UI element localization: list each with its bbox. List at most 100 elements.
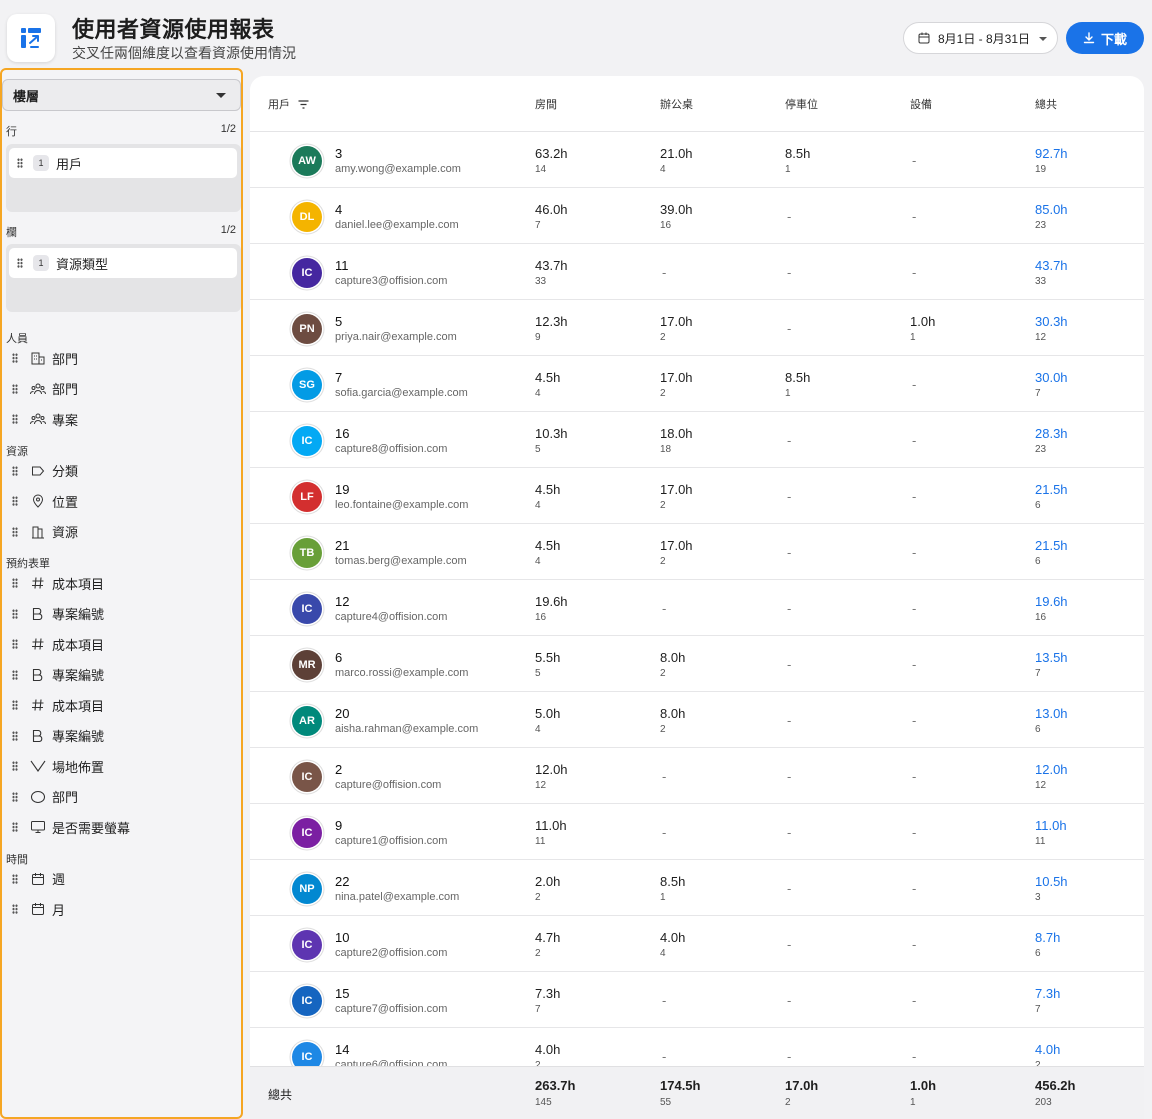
- row-total-hours[interactable]: 11.0h: [1035, 818, 1067, 833]
- drag-handle-icon[interactable]: [12, 669, 18, 680]
- field-item[interactable]: 部門: [12, 786, 78, 808]
- user-email: tomas.berg@example.com: [335, 555, 467, 567]
- row-total-hours[interactable]: 92.7h: [1035, 146, 1068, 161]
- row-total-hours[interactable]: 85.0h: [1035, 202, 1068, 217]
- field-item[interactable]: 專案編號: [12, 603, 104, 625]
- footer-total-hours: 456.2h: [1035, 1078, 1076, 1093]
- drag-handle-icon[interactable]: [12, 761, 18, 771]
- row-total-hours[interactable]: 30.3h: [1035, 314, 1068, 329]
- user-email: capture1@offision.com: [335, 835, 448, 847]
- column-header-user[interactable]: 用戶: [268, 96, 309, 112]
- avatar: IC: [292, 258, 322, 288]
- drag-handle-icon[interactable]: [12, 496, 18, 506]
- table-row[interactable]: DL 4 daniel.lee@example.com 46.0h 7 39.0h 16 - -…: [250, 188, 1144, 244]
- field-item[interactable]: 資源: [12, 521, 78, 543]
- col-dimension-item[interactable]: 1 資源類型: [9, 248, 237, 278]
- drag-handle-icon[interactable]: [12, 578, 18, 588]
- row-total-hours[interactable]: 4.0h: [1035, 1042, 1060, 1057]
- bold-b-icon: [30, 667, 46, 683]
- table-row[interactable]: LF 19 leo.fontaine@example.com 4.5h 4 17.0h 2 -…: [250, 468, 1144, 524]
- avatar: IC: [292, 426, 322, 456]
- drag-handle-icon[interactable]: [12, 873, 18, 884]
- download-button[interactable]: 下載: [1066, 22, 1144, 54]
- drag-handle-icon[interactable]: [12, 700, 18, 710]
- table-row[interactable]: IC 14 capture6@offision.com 4.0h 2- - -4.0h 2: [250, 1028, 1144, 1066]
- row-total-hours[interactable]: 13.0h: [1035, 706, 1068, 721]
- field-item[interactable]: 專案編號: [12, 664, 104, 686]
- field-item-label: 週: [52, 872, 66, 887]
- drag-handle-icon[interactable]: [12, 730, 18, 741]
- column-header-room[interactable]: 房間: [535, 96, 557, 112]
- table-row[interactable]: IC 12 capture4@offision.com 19.6h 16 - - - 19.6h…: [250, 580, 1144, 636]
- column-header-total[interactable]: 總共: [1035, 96, 1057, 112]
- table-row[interactable]: TB 21 tomas.berg@example.com 4.5h 4 17.0h 2 - - 2…: [250, 524, 1144, 580]
- filter-icon[interactable]: [298, 99, 309, 109]
- drag-handle-icon[interactable]: [12, 465, 18, 476]
- table-row[interactable]: IC 2 capture@offision.com 12.0h 12 - - - 12.0h 12: [250, 748, 1144, 804]
- cell-hours: 8.5h: [785, 370, 811, 385]
- cols-drop-zone[interactable]: 1 資源類型: [6, 244, 241, 312]
- drag-handle-icon[interactable]: [12, 608, 18, 619]
- row-total-hours[interactable]: 30.0h: [1035, 370, 1068, 385]
- table-row[interactable]: PN 5 priya.nair@example.com 12.3h 9 17.0h 2 - 1.…: [250, 300, 1144, 356]
- table-row[interactable]: AR 20 aisha.rahman@example.com 5.0h 4 8.0h 2 - -…: [250, 692, 1144, 748]
- date-range-button[interactable]: 8月1日 - 8月31日: [903, 22, 1058, 54]
- floor-select[interactable]: 樓層: [2, 79, 241, 111]
- table-row[interactable]: AW 3 amy.wong@example.com 63.2h 14 21.0h 4 8.5h…: [250, 132, 1144, 188]
- row-total-hours[interactable]: 8.7h: [1035, 930, 1060, 945]
- row-total-hours[interactable]: 21.5h: [1035, 538, 1068, 553]
- field-item[interactable]: 分類: [12, 460, 78, 482]
- field-item-label: 專案: [52, 412, 79, 428]
- field-item[interactable]: 成本項目: [12, 694, 104, 716]
- row-total-hours[interactable]: 19.6h: [1035, 594, 1068, 609]
- row-total-count: 7: [1035, 668, 1041, 679]
- drag-handle-icon[interactable]: [12, 526, 18, 537]
- table-row[interactable]: IC 16 capture8@offision.com 10.3h 5 18.0h 18 - -…: [250, 412, 1144, 468]
- table-row[interactable]: SG 7 sofia.garcia@example.com 4.5h 4 17.0h 2 8.…: [250, 356, 1144, 412]
- table-row[interactable]: IC 10 capture2@offision.com 4.7h 2 4.0h 4 - - 8.7…: [250, 916, 1144, 972]
- table-row[interactable]: IC 9 capture1@offision.com 11.0h 11 - - - 11.0h 1…: [250, 804, 1144, 860]
- row-dimension-item[interactable]: 1 用戶: [9, 148, 237, 178]
- row-total-hours[interactable]: 7.3h: [1035, 986, 1060, 1001]
- field-item[interactable]: 週: [12, 868, 65, 890]
- field-item[interactable]: 成本項目: [12, 633, 104, 655]
- drag-handle-icon[interactable]: [12, 791, 18, 802]
- cell-empty: -: [787, 321, 792, 336]
- column-header-parking[interactable]: 停車位: [785, 96, 818, 112]
- row-total-hours[interactable]: 12.0h: [1035, 762, 1068, 777]
- field-item[interactable]: 場地佈置: [12, 755, 104, 777]
- drag-handle-icon[interactable]: [12, 639, 18, 649]
- field-item[interactable]: 成本項目: [12, 572, 104, 594]
- drag-handle-icon[interactable]: [12, 414, 18, 424]
- avatar: IC: [292, 594, 322, 624]
- drag-handle-icon[interactable]: [12, 904, 18, 914]
- user-email: capture8@offision.com: [335, 443, 448, 455]
- table-row[interactable]: IC 11 capture3@offision.com 43.7h 33 - - - 43.7h…: [250, 244, 1144, 300]
- drag-handle-icon[interactable]: [12, 353, 18, 363]
- row-total-hours[interactable]: 13.5h: [1035, 650, 1068, 665]
- row-total-hours[interactable]: 43.7h: [1035, 258, 1068, 273]
- field-item[interactable]: 部門: [12, 347, 78, 369]
- drag-handle-icon[interactable]: [12, 383, 18, 394]
- column-header-desk[interactable]: 辦公桌: [660, 96, 693, 112]
- field-item[interactable]: 專案編號: [12, 725, 104, 747]
- table-row[interactable]: MR 6 marco.rossi@example.com 5.5h 5 8.0h 2 - - 13…: [250, 636, 1144, 692]
- field-item[interactable]: 是否需要螢幕: [12, 816, 130, 838]
- bold-b-icon: [30, 728, 46, 744]
- drag-handle-icon[interactable]: [17, 258, 23, 268]
- table-row[interactable]: IC 15 capture7@offision.com 7.3h 7 - - - 7.3h 7: [250, 972, 1144, 1028]
- rows-drop-zone[interactable]: 1 用戶: [6, 144, 241, 212]
- column-header-equipment[interactable]: 設備: [910, 96, 932, 112]
- row-total-hours[interactable]: 28.3h: [1035, 426, 1068, 441]
- field-item[interactable]: 月: [12, 898, 65, 920]
- field-item[interactable]: 部門: [12, 378, 78, 400]
- row-total-hours[interactable]: 10.5h: [1035, 874, 1068, 889]
- field-item[interactable]: 專案: [12, 408, 78, 430]
- cell-hours: 39.0h: [660, 202, 693, 217]
- field-item[interactable]: 位置: [12, 490, 78, 512]
- cell-count: 2: [535, 892, 541, 903]
- table-row[interactable]: NP 22 nina.patel@example.com 2.0h 2 8.5h 1 - - 10…: [250, 860, 1144, 916]
- drag-handle-icon[interactable]: [17, 158, 23, 168]
- row-total-hours[interactable]: 21.5h: [1035, 482, 1068, 497]
- drag-handle-icon[interactable]: [12, 822, 18, 832]
